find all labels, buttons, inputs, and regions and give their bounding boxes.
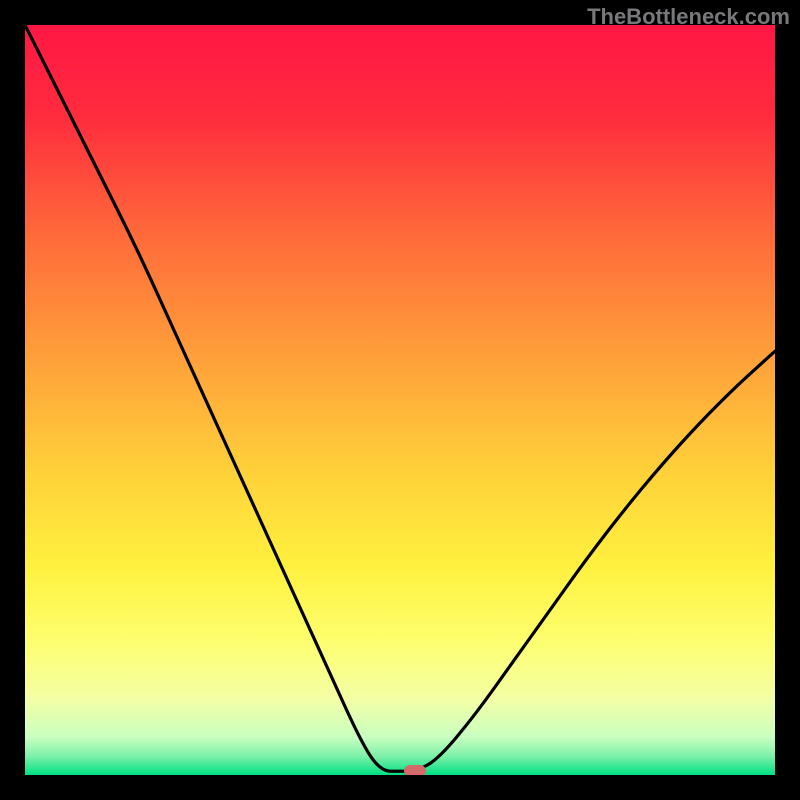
attribution-text: TheBottleneck.com	[587, 4, 790, 30]
chart-container: TheBottleneck.com	[0, 0, 800, 800]
plot-area	[25, 25, 775, 775]
optimal-point-marker	[404, 765, 426, 775]
gradient-background	[25, 25, 775, 775]
chart-svg	[25, 25, 775, 775]
